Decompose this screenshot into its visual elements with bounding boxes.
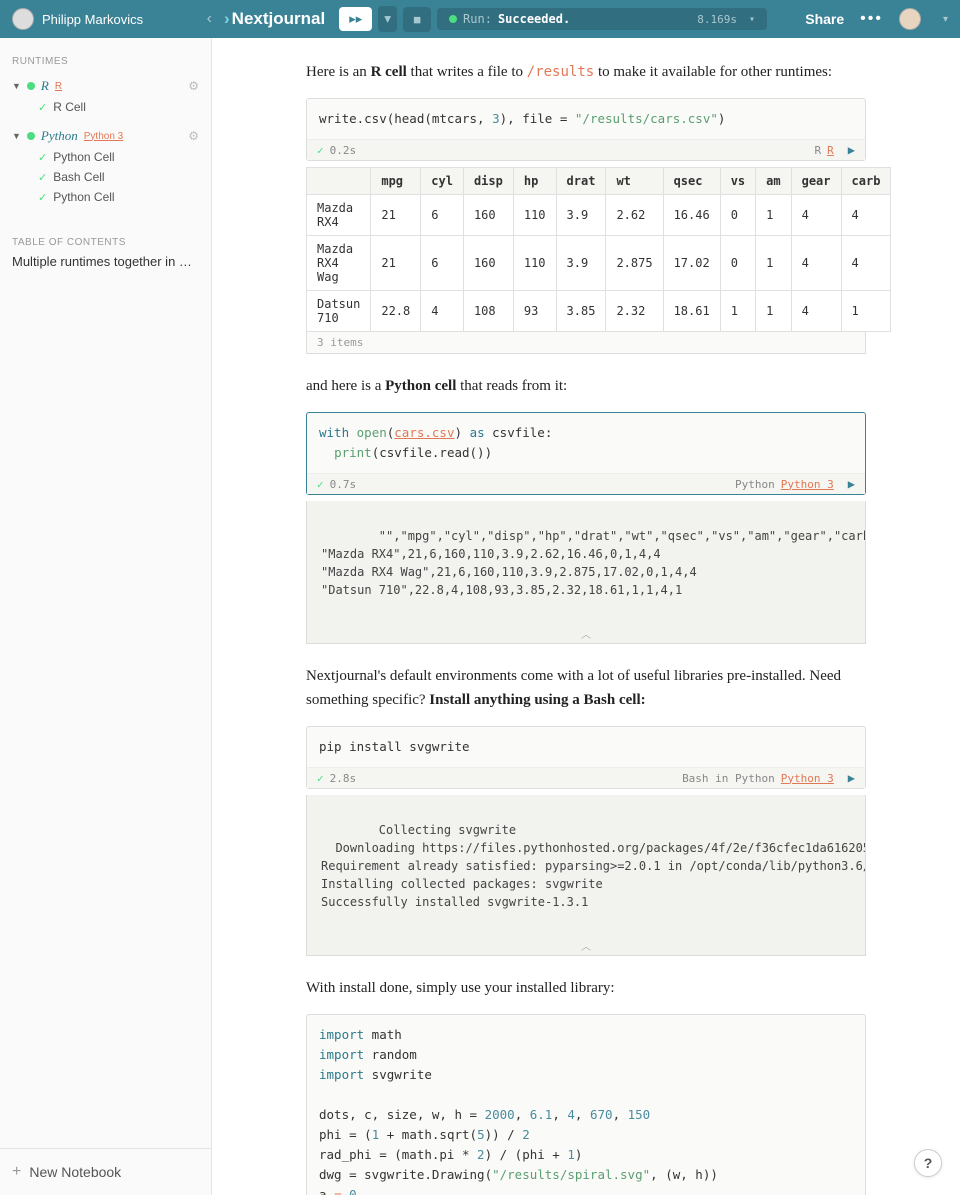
run-all-button[interactable]: ▸▸: [339, 7, 372, 31]
prose-3: Nextjournal's default environments come …: [306, 664, 866, 712]
more-icon[interactable]: •••: [860, 10, 883, 28]
header: Philipp Markovics ‹ › Nextjournal ▸▸ ▾ ■…: [0, 0, 960, 38]
status-dot-icon: [449, 15, 457, 23]
help-button[interactable]: ?: [914, 1149, 942, 1177]
sidebar: RUNTIMES ▼ R R ⚙ ✓ R Cell ▼ Python Pytho…: [0, 38, 212, 1195]
status-dot-icon: [27, 82, 35, 90]
status-dot-icon: [27, 132, 35, 140]
new-notebook-button[interactable]: + New Notebook: [0, 1148, 211, 1195]
run-dropdown[interactable]: ▾: [378, 6, 397, 32]
user-name: Philipp Markovics: [42, 12, 143, 27]
cell-code[interactable]: with open(cars.csv) as csvfile: print(cs…: [307, 413, 865, 473]
logo-arrow-icon: ›: [224, 9, 230, 29]
cell-code[interactable]: import math import random import svgwrit…: [307, 1015, 865, 1195]
play-icon[interactable]: ▶: [848, 771, 855, 785]
plus-icon: +: [12, 1163, 21, 1181]
sidebar-cell[interactable]: ✓Python Cell: [0, 147, 211, 167]
chevron-up-icon[interactable]: ︿: [561, 628, 611, 643]
runtime-python[interactable]: ▼ Python Python 3 ⚙: [0, 125, 211, 147]
check-icon: ✓: [317, 772, 324, 785]
account-chevron-icon[interactable]: ▾: [943, 14, 948, 25]
toc-item[interactable]: Multiple runtimes together in a sing…: [0, 254, 211, 269]
cell-footer: ✓ 0.2s R R ▶: [307, 139, 865, 160]
runtimes-heading: RUNTIMES: [0, 56, 211, 75]
chevron-up-icon[interactable]: ︿: [561, 940, 611, 955]
prose-4: With install done, simply use your insta…: [306, 976, 866, 1000]
account-avatar[interactable]: [899, 8, 921, 30]
play-icon[interactable]: ▶: [848, 143, 855, 157]
cell-code[interactable]: write.csv(head(mtcars, 3), file = "/resu…: [307, 99, 865, 139]
cell-footer: ✓ 0.7s Python Python 3 ▶: [307, 473, 865, 494]
python-cell-1[interactable]: with open(cars.csv) as csvfile: print(cs…: [306, 412, 866, 495]
share-button[interactable]: Share: [805, 11, 844, 27]
user-avatar[interactable]: [12, 8, 34, 30]
python-cell-2[interactable]: import math import random import svgwrit…: [306, 1014, 866, 1195]
toolbar: ▸▸ ▾ ■ Run: Succeeded. 8.169s ▾: [339, 6, 767, 32]
cell-code[interactable]: pip install svgwrite: [307, 727, 865, 767]
prose-1: Here is an R cell that writes a file to …: [306, 60, 866, 84]
logo[interactable]: › Nextjournal: [224, 9, 325, 29]
r-cell[interactable]: write.csv(head(mtcars, 3), file = "/resu…: [306, 98, 866, 161]
output-table: mpgcyldisphpdratwtqsecvsamgearcarbMazda …: [306, 167, 891, 332]
sidebar-cell[interactable]: ✓Bash Cell: [0, 167, 211, 187]
run-status-pill[interactable]: Run: Succeeded. 8.169s ▾: [437, 8, 767, 30]
header-right: Share ••• ▾: [805, 8, 948, 30]
header-user: Philipp Markovics ‹: [12, 8, 212, 30]
collapse-icon[interactable]: ▼: [12, 81, 21, 91]
output-block: Collecting svgwrite Downloading https://…: [306, 795, 866, 956]
cell-footer: ✓ 2.8s Bash in Python Python 3 ▶: [307, 767, 865, 788]
gear-icon[interactable]: ⚙: [188, 79, 199, 93]
output-block: "","mpg","cyl","disp","hp","drat","wt","…: [306, 501, 866, 644]
prose-2: and here is a Python cell that reads fro…: [306, 374, 866, 398]
stop-button[interactable]: ■: [403, 7, 431, 32]
table-footer: 3 items: [306, 332, 866, 354]
bash-cell[interactable]: pip install svgwrite ✓ 2.8s Bash in Pyth…: [306, 726, 866, 789]
toc-heading: TABLE OF CONTENTS: [0, 207, 211, 254]
play-icon[interactable]: ▶: [848, 477, 855, 491]
gear-icon[interactable]: ⚙: [188, 129, 199, 143]
check-icon: ✓: [317, 144, 324, 157]
content: Here is an R cell that writes a file to …: [212, 38, 960, 1195]
sidebar-cell[interactable]: ✓ R Cell: [0, 97, 211, 117]
chevron-left-icon[interactable]: ‹: [207, 10, 212, 28]
sidebar-cell[interactable]: ✓Python Cell: [0, 187, 211, 207]
check-icon: ✓: [38, 151, 47, 164]
check-icon: ✓: [317, 478, 324, 491]
check-icon: ✓: [38, 171, 47, 184]
runtime-r[interactable]: ▼ R R ⚙: [0, 75, 211, 97]
collapse-icon[interactable]: ▼: [12, 131, 21, 141]
check-icon: ✓: [38, 191, 47, 204]
chevron-down-icon[interactable]: ▾: [749, 14, 755, 25]
check-icon: ✓: [38, 101, 47, 114]
